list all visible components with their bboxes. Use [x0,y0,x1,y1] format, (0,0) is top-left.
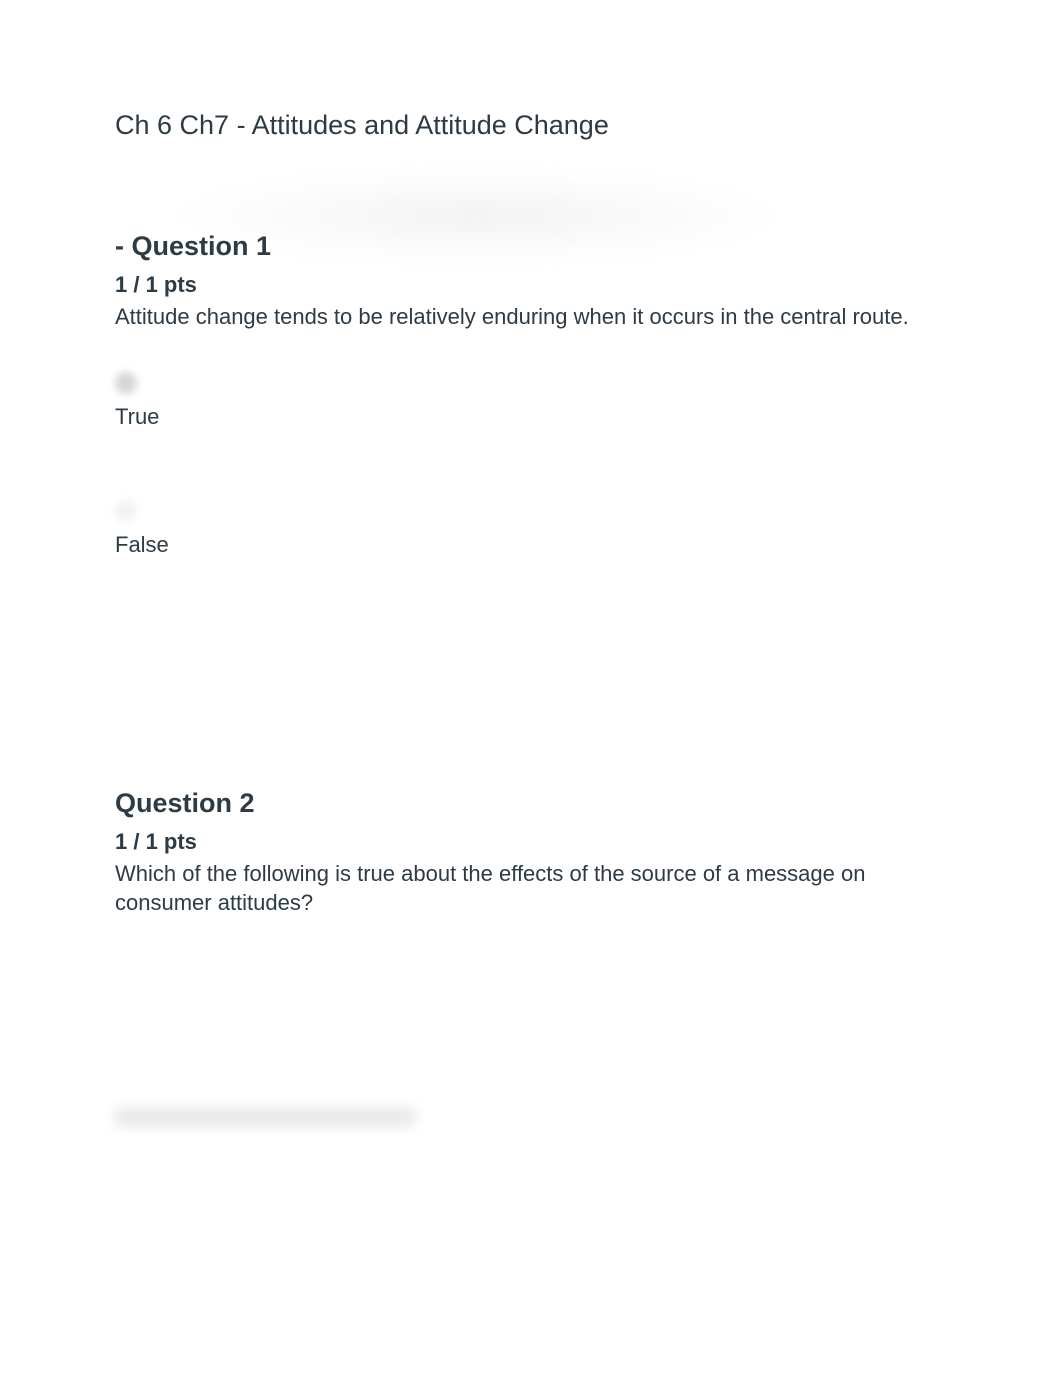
answer-label: False [115,532,947,558]
question-1-points: 1 / 1 pts [115,272,947,298]
page-title: Ch 6 Ch7 - Attitudes and Attitude Change [115,110,947,141]
question-1-text: Attitude change tends to be relatively e… [115,302,947,332]
question-2-heading: Question 2 [115,788,947,819]
obscured-line [115,1108,415,1126]
question-2-text: Which of the following is true about the… [115,859,947,918]
question-1-answer-false: False [115,500,947,558]
question-1-heading: - Question 1 [115,231,947,262]
radio-icon[interactable] [115,500,137,522]
radio-icon[interactable] [115,372,137,394]
answer-label: True [115,404,947,430]
question-2-points: 1 / 1 pts [115,829,947,855]
obscured-answers-region [115,1108,947,1288]
question-1-answer-true: True [115,372,947,430]
quiz-page: Ch 6 Ch7 - Attitudes and Attitude Change… [0,0,1062,1348]
